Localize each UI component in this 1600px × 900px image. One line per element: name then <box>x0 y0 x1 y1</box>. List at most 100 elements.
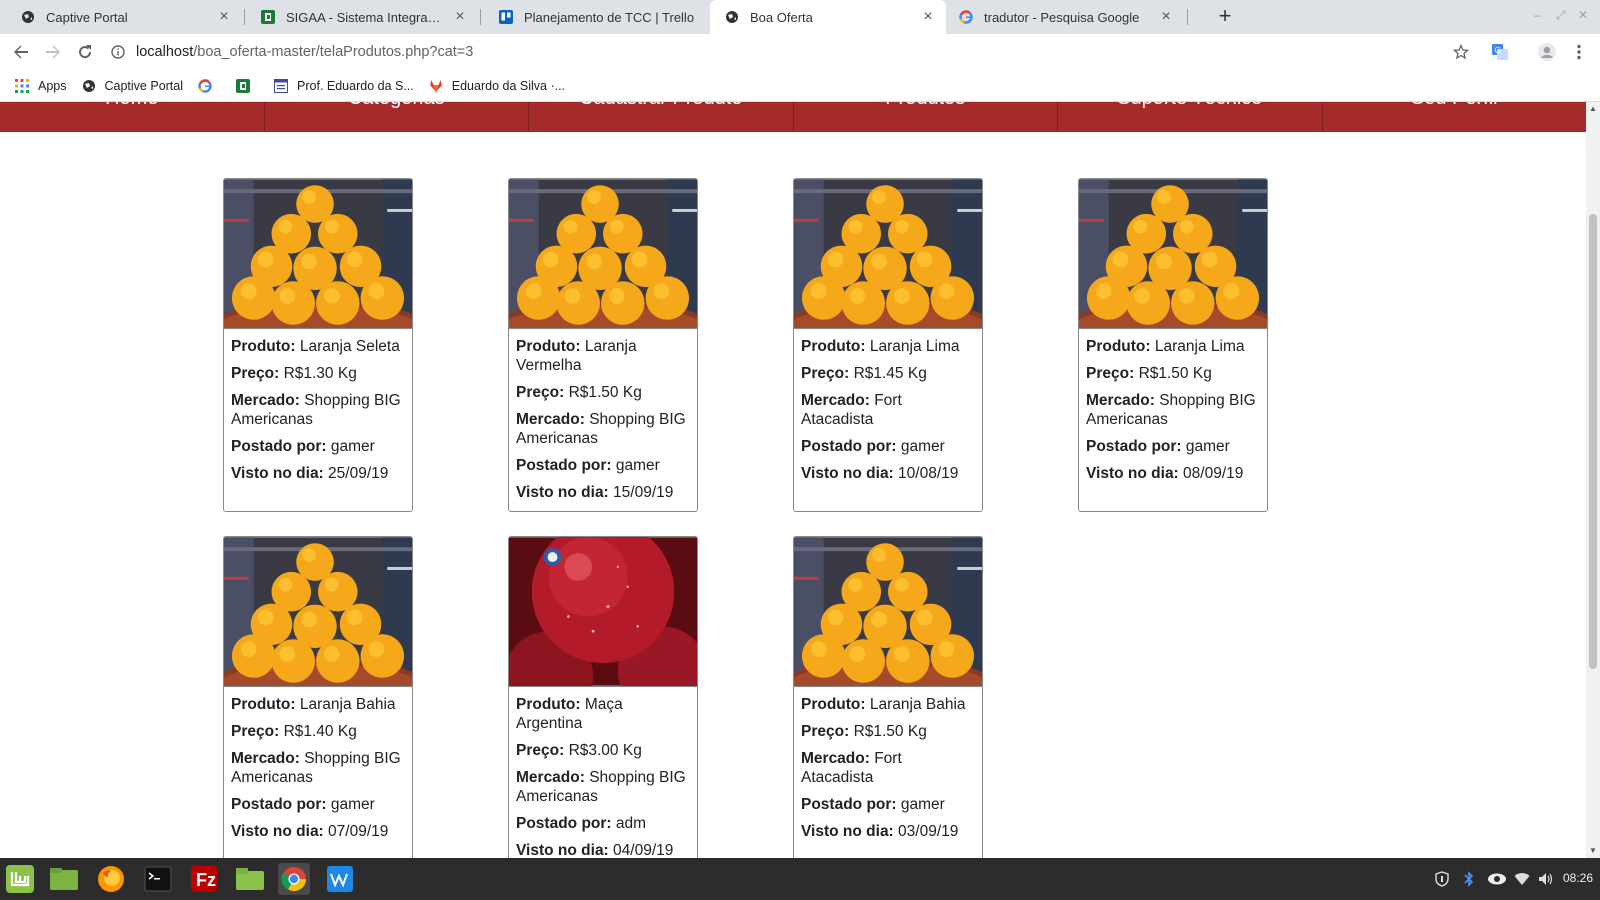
sigaa-icon <box>260 9 276 25</box>
scroll-up-icon[interactable]: ▲ <box>1588 104 1598 114</box>
workbench-icon[interactable] <box>324 863 356 895</box>
new-tab-button[interactable]: + <box>1213 5 1237 29</box>
product-user: gamer <box>1185 438 1230 455</box>
reload-icon[interactable] <box>73 40 97 64</box>
tab-title: Planejamento de TCC | Trello <box>524 9 695 25</box>
bookmark-apps[interactable]: Apps <box>14 78 67 94</box>
filezilla-icon[interactable]: Fz <box>188 863 220 895</box>
product-card[interactable]: Produto: Maça Argentina Preço: R$3.00 Kg… <box>508 536 698 858</box>
product-details: Produto: Laranja Lima Preço: R$1.45 Kg M… <box>794 329 982 499</box>
product-card[interactable]: Produto: Laranja Bahia Preço: R$1.50 Kg … <box>793 536 983 858</box>
scrollbar-thumb[interactable] <box>1589 214 1597 669</box>
product-name: Laranja Lima <box>1154 338 1245 355</box>
close-icon[interactable]: × <box>216 9 232 25</box>
product-name: Laranja Lima <box>869 338 960 355</box>
nav-cadastrar-produto[interactable]: Cadastrar Produto <box>529 102 794 132</box>
close-icon[interactable]: × <box>1158 9 1174 25</box>
chrome-icon[interactable] <box>278 863 310 895</box>
product-card[interactable]: Produto: Laranja Bahia Preço: R$1.40 Kg … <box>223 536 413 858</box>
nav-home[interactable]: Home <box>0 102 265 132</box>
mint-menu-icon[interactable] <box>4 863 36 895</box>
product-image-apples <box>509 537 697 687</box>
info-icon[interactable] <box>110 44 126 60</box>
product-user: gamer <box>900 796 945 813</box>
minimize-icon[interactable]: – <box>1534 8 1541 22</box>
product-details: Produto: Laranja Seleta Preço: R$1.30 Kg… <box>224 329 412 499</box>
bookmark-captive-portal[interactable]: Captive Portal <box>81 78 183 94</box>
bookmark-eduardo-gitlab[interactable]: Eduardo da Silva ·... <box>428 78 565 94</box>
product-price: R$1.50 Kg <box>1138 365 1212 382</box>
close-window-icon[interactable]: ✕ <box>1578 8 1588 22</box>
bluetooth-icon[interactable] <box>1461 870 1477 888</box>
product-image-oranges <box>224 179 412 329</box>
tab-boa-oferta[interactable]: Boa Oferta × <box>710 0 946 34</box>
bookmark-prof-eduardo[interactable]: Prof. Eduardo da S... <box>273 78 414 94</box>
profile-avatar-icon[interactable] <box>1535 40 1559 64</box>
nav-seu-perfil[interactable]: Seu Perfil <box>1323 102 1587 132</box>
field-label: Visto no dia: <box>516 842 609 858</box>
field-label: Preço: <box>231 365 280 382</box>
field-label: Mercado: <box>1086 392 1155 409</box>
clock[interactable]: 08:26 <box>1563 871 1593 885</box>
product-details: Produto: Laranja Bahia Preço: R$1.40 Kg … <box>224 687 412 857</box>
field-label: Visto no dia: <box>231 465 324 482</box>
shield-icon[interactable] <box>1433 870 1451 888</box>
tab-captive-portal[interactable]: Captive Portal × <box>0 0 242 34</box>
forward-icon[interactable] <box>41 40 65 64</box>
tab-sigaa[interactable]: SIGAA - Sistema Integrado de G × <box>244 0 478 34</box>
terminal-icon[interactable] <box>142 863 174 895</box>
restore-icon[interactable]: ⤢ <box>1556 8 1566 23</box>
scroll-down-icon[interactable]: ▼ <box>1588 846 1598 856</box>
product-date: 25/09/19 <box>328 465 389 482</box>
product-date: 10/08/19 <box>898 465 959 482</box>
product-price: R$1.50 Kg <box>853 723 927 740</box>
gitlab-icon <box>428 78 444 94</box>
close-icon[interactable]: × <box>452 9 468 25</box>
field-label: Postado por: <box>516 457 612 474</box>
product-user: adm <box>615 815 647 832</box>
page-viewport: Home Categorias Cadastrar Produto Produt… <box>0 102 1586 858</box>
page-scrollbar[interactable]: ▲ ▼ <box>1586 102 1600 858</box>
tab-google-tradutor[interactable]: tradutor - Pesquisa Google × <box>946 0 1184 34</box>
tab-title: Captive Portal <box>46 9 128 25</box>
tab-trello[interactable]: Planejamento de TCC | Trello <box>482 0 708 34</box>
product-card[interactable]: Produto: Laranja Lima Preço: R$1.50 Kg M… <box>1078 178 1268 512</box>
product-card[interactable]: Produto: Laranja Seleta Preço: R$1.30 Kg… <box>223 178 413 512</box>
star-icon[interactable] <box>1449 40 1473 64</box>
field-label: Produto: <box>231 338 296 355</box>
field-label: Preço: <box>1086 365 1135 382</box>
files-icon[interactable] <box>234 863 266 895</box>
bookmark-sigaa[interactable] <box>235 78 259 94</box>
field-label: Produto: <box>516 696 581 713</box>
menu-kebab-icon[interactable] <box>1567 40 1591 64</box>
translate-icon[interactable]: G <box>1488 40 1512 64</box>
product-details: Produto: Laranja Vermelha Preço: R$1.50 … <box>509 329 697 511</box>
wifi-icon[interactable] <box>1513 870 1531 888</box>
product-price: R$1.50 Kg <box>568 384 642 401</box>
product-image-oranges <box>509 179 697 329</box>
product-name: Laranja Seleta <box>299 338 400 355</box>
address-bar[interactable]: localhost/boa_oferta-master/telaProdutos… <box>110 38 1470 66</box>
product-details: Produto: Maça Argentina Preço: R$3.00 Kg… <box>509 687 697 858</box>
field-label: Produto: <box>1086 338 1151 355</box>
volume-icon[interactable] <box>1537 870 1555 888</box>
product-date: 15/09/19 <box>613 484 674 501</box>
tab-title: Boa Oferta <box>750 9 813 25</box>
browser-toolbar: localhost/boa_oferta-master/telaProdutos… <box>0 34 1600 70</box>
show-desktop-icon[interactable] <box>48 863 80 895</box>
back-icon[interactable] <box>9 40 33 64</box>
close-icon[interactable]: × <box>920 9 936 25</box>
product-card[interactable]: Produto: Laranja Vermelha Preço: R$1.50 … <box>508 178 698 512</box>
product-name: Laranja Bahia <box>299 696 396 713</box>
nav-categorias[interactable]: Categorias <box>265 102 529 132</box>
redshift-eye-icon[interactable] <box>1486 870 1508 888</box>
bookmark-google[interactable] <box>197 78 221 94</box>
firefox-icon[interactable] <box>95 863 127 895</box>
nav-suporte-tecnico[interactable]: Suporte Técnico <box>1058 102 1323 132</box>
globe-icon <box>20 9 36 25</box>
nav-produtos[interactable]: Produtos <box>794 102 1058 132</box>
product-card[interactable]: Produto: Laranja Lima Preço: R$1.45 Kg M… <box>793 178 983 512</box>
product-image-oranges <box>794 179 982 329</box>
product-user: gamer <box>330 438 375 455</box>
product-image-oranges <box>794 537 982 687</box>
